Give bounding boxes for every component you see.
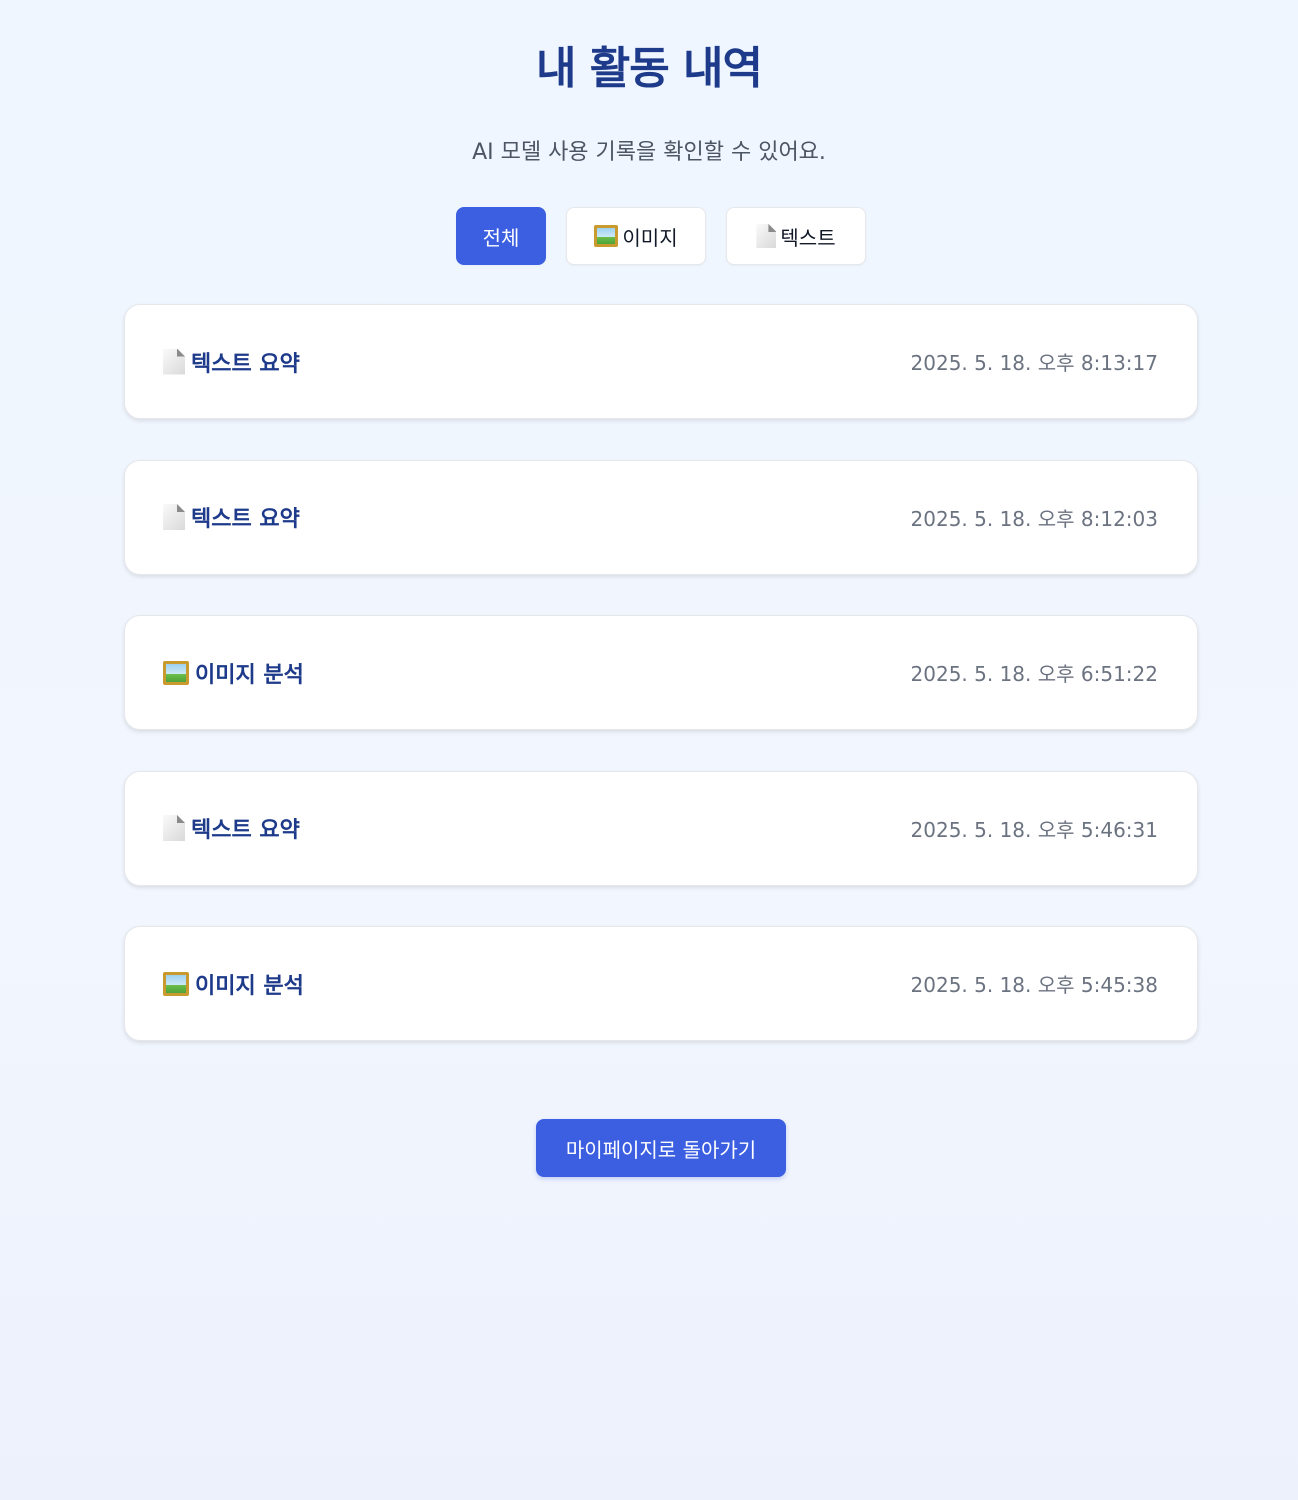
activity-title-group: 텍스트 요약	[163, 501, 300, 533]
page-subtitle: AI 모델 사용 기록을 확인할 수 있어요.	[472, 140, 826, 165]
activity-title-group: 텍스트 요약	[163, 346, 300, 378]
activity-title: 이미지 분석	[195, 973, 304, 999]
back-to-mypage-button[interactable]: 마이페이지로 돌아가기	[536, 1119, 786, 1177]
picture-icon	[594, 225, 619, 247]
activity-list: 텍스트 요약 2025. 5. 18. 오후 8:13:17 텍스트 요약 20…	[124, 304, 1198, 1082]
document-icon	[163, 348, 185, 375]
document-icon	[163, 504, 185, 530]
picture-icon	[163, 971, 189, 996]
activity-timestamp: 2025. 5. 18. 오후 6:51:22	[910, 662, 1158, 686]
filter-bar: 전체 이미지 텍스트	[0, 207, 1298, 265]
picture-icon	[163, 660, 189, 685]
filter-text-label: 텍스트	[780, 225, 836, 250]
activity-title: 이미지 분석	[195, 662, 304, 688]
filter-all-label: 전체	[482, 225, 520, 250]
document-icon	[756, 224, 777, 248]
activity-title: 텍스트 요약	[191, 507, 300, 532]
activity-timestamp: 2025. 5. 18. 오후 8:13:17	[910, 351, 1158, 375]
activity-timestamp: 2025. 5. 18. 오후 5:46:31	[910, 817, 1158, 842]
activity-title: 텍스트 요약	[191, 351, 300, 377]
activity-title: 텍스트 요약	[191, 818, 300, 843]
activity-card[interactable]: 텍스트 요약 2025. 5. 18. 오후 8:13:17	[124, 304, 1198, 419]
activity-card[interactable]: 이미지 분석 2025. 5. 18. 오후 5:45:38	[124, 926, 1198, 1041]
activity-title-group: 이미지 분석	[163, 657, 304, 689]
document-icon	[163, 815, 185, 841]
activity-timestamp: 2025. 5. 18. 오후 5:45:38	[910, 973, 1158, 997]
activity-title-group: 텍스트 요약	[163, 812, 300, 844]
filter-image-label: 이미지	[622, 225, 678, 250]
activity-title-group: 이미지 분석	[163, 968, 304, 1000]
activity-timestamp: 2025. 5. 18. 오후 8:12:03	[910, 506, 1158, 531]
activity-card[interactable]: 텍스트 요약 2025. 5. 18. 오후 5:46:31	[124, 770, 1198, 886]
filter-text-button[interactable]: 텍스트	[726, 207, 866, 265]
activity-card[interactable]: 텍스트 요약 2025. 5. 18. 오후 8:12:03	[124, 459, 1198, 575]
filter-all-button[interactable]: 전체	[456, 207, 546, 265]
page-title: 내 활동 내역	[535, 43, 763, 94]
filter-image-button[interactable]: 이미지	[566, 207, 706, 265]
activity-card[interactable]: 이미지 분석 2025. 5. 18. 오후 6:51:22	[124, 615, 1198, 730]
